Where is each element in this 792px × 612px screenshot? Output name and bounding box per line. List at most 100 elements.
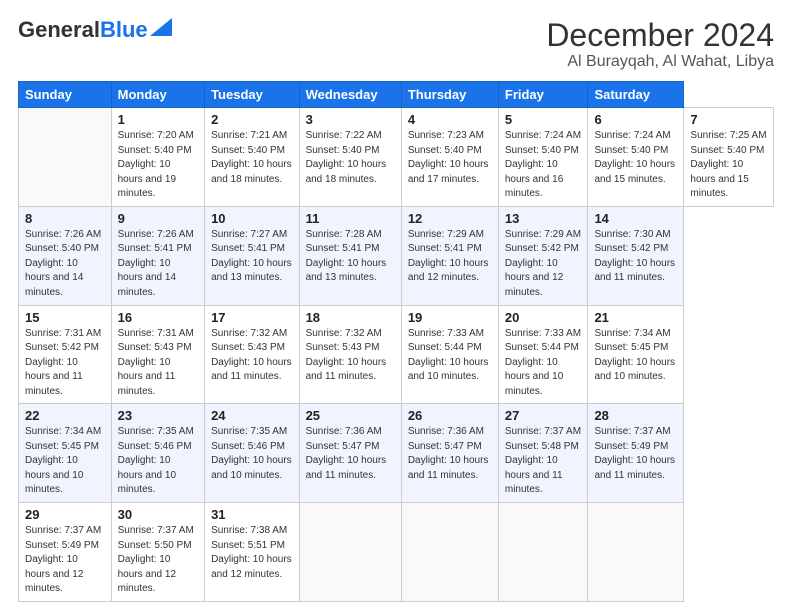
- header: GeneralBlue December 2024 Al Burayqah, A…: [18, 18, 774, 71]
- day-number: 13: [505, 211, 582, 226]
- day-of-week-header: Tuesday: [205, 82, 299, 108]
- day-info: Sunrise: 7:21 AMSunset: 5:40 PMDaylight:…: [211, 130, 292, 185]
- calendar-day-cell: 22 Sunrise: 7:34 AMSunset: 5:45 PMDayligh…: [19, 404, 112, 503]
- day-info: Sunrise: 7:34 AMSunset: 5:45 PMDaylight:…: [25, 426, 101, 495]
- logo-text: GeneralBlue: [18, 18, 148, 42]
- day-info: Sunrise: 7:37 AMSunset: 5:49 PMDaylight:…: [25, 525, 101, 594]
- day-number: 17: [211, 310, 292, 325]
- day-number: 23: [118, 408, 198, 423]
- day-number: 16: [118, 310, 198, 325]
- day-info: Sunrise: 7:29 AMSunset: 5:42 PMDaylight:…: [505, 229, 581, 298]
- calendar-day-cell: 27 Sunrise: 7:37 AMSunset: 5:48 PMDayligh…: [498, 404, 588, 503]
- calendar-week-row: 1 Sunrise: 7:20 AMSunset: 5:40 PMDaylight…: [19, 108, 774, 207]
- day-info: Sunrise: 7:34 AMSunset: 5:45 PMDaylight:…: [594, 328, 675, 383]
- day-number: 24: [211, 408, 292, 423]
- calendar-day-cell: 16 Sunrise: 7:31 AMSunset: 5:43 PMDayligh…: [111, 305, 204, 404]
- day-number: 28: [594, 408, 677, 423]
- day-info: Sunrise: 7:26 AMSunset: 5:40 PMDaylight:…: [25, 229, 101, 298]
- day-number: 2: [211, 112, 292, 127]
- day-info: Sunrise: 7:28 AMSunset: 5:41 PMDaylight:…: [306, 229, 387, 284]
- day-info: Sunrise: 7:37 AMSunset: 5:50 PMDaylight:…: [118, 525, 194, 594]
- calendar-day-cell: 15 Sunrise: 7:31 AMSunset: 5:42 PMDayligh…: [19, 305, 112, 404]
- day-of-week-header: Wednesday: [299, 82, 401, 108]
- calendar-day-cell: 30Sunrise: 7:37 AMSunset: 5:50 PMDayligh…: [111, 503, 204, 602]
- day-number: 22: [25, 408, 105, 423]
- calendar-day-cell: 9 Sunrise: 7:26 AMSunset: 5:41 PMDaylight…: [111, 206, 204, 305]
- calendar-day-cell: 25 Sunrise: 7:36 AMSunset: 5:47 PMDayligh…: [299, 404, 401, 503]
- day-info: Sunrise: 7:37 AMSunset: 5:49 PMDaylight:…: [594, 426, 675, 481]
- calendar-day-cell: 26Sunrise: 7:36 AMSunset: 5:47 PMDayligh…: [401, 404, 498, 503]
- calendar-day-cell: 23 Sunrise: 7:35 AMSunset: 5:46 PMDayligh…: [111, 404, 204, 503]
- calendar-title: December 2024: [546, 18, 774, 53]
- day-number: 26: [408, 408, 492, 423]
- day-info: Sunrise: 7:31 AMSunset: 5:42 PMDaylight:…: [25, 328, 101, 397]
- day-number: 21: [594, 310, 677, 325]
- day-number: 15: [25, 310, 105, 325]
- day-info: Sunrise: 7:26 AMSunset: 5:41 PMDaylight:…: [118, 229, 194, 298]
- day-number: 7: [690, 112, 767, 127]
- calendar-day-cell: 18Sunrise: 7:32 AMSunset: 5:43 PMDayligh…: [299, 305, 401, 404]
- day-of-week-header: Friday: [498, 82, 588, 108]
- calendar-day-cell: 4 Sunrise: 7:23 AMSunset: 5:40 PMDaylight…: [401, 108, 498, 207]
- day-info: Sunrise: 7:35 AMSunset: 5:46 PMDaylight:…: [211, 426, 292, 481]
- day-info: Sunrise: 7:31 AMSunset: 5:43 PMDaylight:…: [118, 328, 194, 397]
- day-number: 8: [25, 211, 105, 226]
- calendar-day-cell: 19Sunrise: 7:33 AMSunset: 5:44 PMDayligh…: [401, 305, 498, 404]
- day-info: Sunrise: 7:32 AMSunset: 5:43 PMDaylight:…: [306, 328, 387, 383]
- calendar-day-cell: [588, 503, 684, 602]
- day-info: Sunrise: 7:20 AMSunset: 5:40 PMDaylight:…: [118, 130, 194, 199]
- calendar-day-cell: 1 Sunrise: 7:20 AMSunset: 5:40 PMDaylight…: [111, 108, 204, 207]
- calendar-day-cell: [19, 108, 112, 207]
- calendar-day-cell: 28 Sunrise: 7:37 AMSunset: 5:49 PMDayligh…: [588, 404, 684, 503]
- day-info: Sunrise: 7:33 AMSunset: 5:44 PMDaylight:…: [505, 328, 581, 397]
- day-info: Sunrise: 7:24 AMSunset: 5:40 PMDaylight:…: [505, 130, 581, 199]
- day-info: Sunrise: 7:23 AMSunset: 5:40 PMDaylight:…: [408, 130, 489, 185]
- day-info: Sunrise: 7:22 AMSunset: 5:40 PMDaylight:…: [306, 130, 387, 185]
- day-number: 11: [306, 211, 395, 226]
- day-info: Sunrise: 7:25 AMSunset: 5:40 PMDaylight:…: [690, 130, 766, 199]
- calendar-day-cell: 24 Sunrise: 7:35 AMSunset: 5:46 PMDayligh…: [205, 404, 299, 503]
- day-of-week-header: Thursday: [401, 82, 498, 108]
- day-number: 1: [118, 112, 198, 127]
- calendar-day-cell: [401, 503, 498, 602]
- header-row: SundayMondayTuesdayWednesdayThursdayFrid…: [19, 82, 774, 108]
- calendar-week-row: 15 Sunrise: 7:31 AMSunset: 5:42 PMDayligh…: [19, 305, 774, 404]
- calendar-day-cell: 14 Sunrise: 7:30 AMSunset: 5:42 PMDayligh…: [588, 206, 684, 305]
- calendar-week-row: 8 Sunrise: 7:26 AMSunset: 5:40 PMDaylight…: [19, 206, 774, 305]
- calendar-day-cell: 3 Sunrise: 7:22 AMSunset: 5:40 PMDaylight…: [299, 108, 401, 207]
- day-info: Sunrise: 7:29 AMSunset: 5:41 PMDaylight:…: [408, 229, 489, 284]
- day-info: Sunrise: 7:36 AMSunset: 5:47 PMDaylight:…: [306, 426, 387, 481]
- day-info: Sunrise: 7:37 AMSunset: 5:48 PMDaylight:…: [505, 426, 581, 495]
- day-info: Sunrise: 7:30 AMSunset: 5:42 PMDaylight:…: [594, 229, 675, 284]
- day-of-week-header: Monday: [111, 82, 204, 108]
- calendar-day-cell: 8 Sunrise: 7:26 AMSunset: 5:40 PMDaylight…: [19, 206, 112, 305]
- day-number: 20: [505, 310, 582, 325]
- calendar-day-cell: 20 Sunrise: 7:33 AMSunset: 5:44 PMDayligh…: [498, 305, 588, 404]
- calendar-day-cell: 10Sunrise: 7:27 AMSunset: 5:41 PMDayligh…: [205, 206, 299, 305]
- day-number: 9: [118, 211, 198, 226]
- day-number: 3: [306, 112, 395, 127]
- day-info: Sunrise: 7:27 AMSunset: 5:41 PMDaylight:…: [211, 229, 292, 284]
- day-number: 5: [505, 112, 582, 127]
- logo: GeneralBlue: [18, 18, 172, 42]
- day-info: Sunrise: 7:38 AMSunset: 5:51 PMDaylight:…: [211, 525, 292, 580]
- calendar-day-cell: 29 Sunrise: 7:37 AMSunset: 5:49 PMDayligh…: [19, 503, 112, 602]
- calendar-table: SundayMondayTuesdayWednesdayThursdayFrid…: [18, 81, 774, 602]
- day-info: Sunrise: 7:24 AMSunset: 5:40 PMDaylight:…: [594, 130, 675, 185]
- day-number: 25: [306, 408, 395, 423]
- day-number: 4: [408, 112, 492, 127]
- day-of-week-header: Saturday: [588, 82, 684, 108]
- day-info: Sunrise: 7:32 AMSunset: 5:43 PMDaylight:…: [211, 328, 292, 383]
- calendar-day-cell: 6Sunrise: 7:24 AMSunset: 5:40 PMDaylight…: [588, 108, 684, 207]
- day-number: 14: [594, 211, 677, 226]
- calendar-day-cell: 13 Sunrise: 7:29 AMSunset: 5:42 PMDayligh…: [498, 206, 588, 305]
- day-number: 29: [25, 507, 105, 522]
- calendar-subtitle: Al Burayqah, Al Wahat, Libya: [546, 53, 774, 71]
- page: GeneralBlue December 2024 Al Burayqah, A…: [0, 0, 792, 612]
- logo-arrow-icon: [150, 18, 172, 36]
- calendar-day-cell: 7 Sunrise: 7:25 AMSunset: 5:40 PMDaylight…: [684, 108, 774, 207]
- day-info: Sunrise: 7:35 AMSunset: 5:46 PMDaylight:…: [118, 426, 194, 495]
- title-block: December 2024 Al Burayqah, Al Wahat, Lib…: [546, 18, 774, 71]
- day-number: 27: [505, 408, 582, 423]
- calendar-day-cell: [498, 503, 588, 602]
